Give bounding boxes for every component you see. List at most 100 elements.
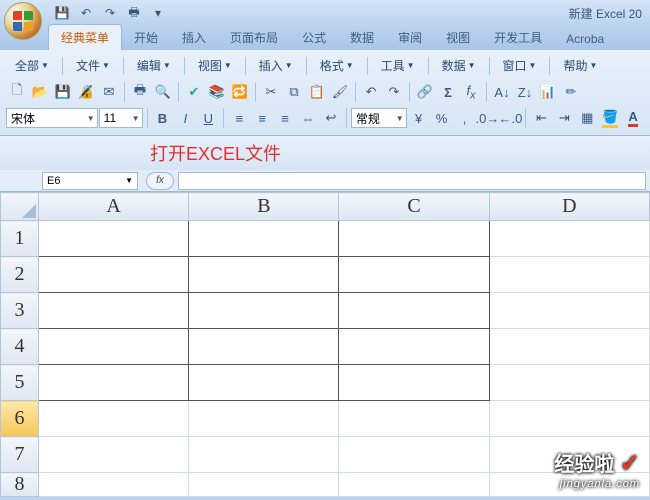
cell-B3[interactable] bbox=[189, 293, 339, 329]
cell-C8[interactable] bbox=[339, 473, 489, 497]
paste-button[interactable]: 📋 bbox=[306, 81, 328, 103]
permission-button[interactable]: 🔏 bbox=[75, 81, 97, 103]
row-header-4[interactable]: 4 bbox=[1, 329, 39, 365]
tab-page-layout[interactable]: 页面布局 bbox=[218, 25, 290, 50]
menu-format[interactable]: 格式▼ bbox=[313, 54, 361, 77]
format-painter-button[interactable]: 🖌 bbox=[329, 81, 351, 103]
mail-button[interactable]: ✉ bbox=[98, 81, 120, 103]
increase-decimal-button[interactable]: .0→ bbox=[476, 107, 498, 129]
cell-B5[interactable] bbox=[189, 365, 339, 401]
menu-tools[interactable]: 工具▼ bbox=[374, 54, 422, 77]
merge-center-button[interactable]: ⇔ bbox=[297, 107, 319, 129]
cell-C5[interactable] bbox=[339, 365, 489, 401]
save-button[interactable]: 💾 bbox=[52, 81, 74, 103]
tab-classic-menu[interactable]: 经典菜单 bbox=[48, 24, 122, 50]
cell-B8[interactable] bbox=[189, 473, 339, 497]
autosum-button[interactable]: Σ bbox=[437, 81, 459, 103]
cell-C7[interactable] bbox=[339, 437, 489, 473]
column-header-D[interactable]: D bbox=[489, 193, 649, 221]
tab-developer[interactable]: 开发工具 bbox=[482, 25, 554, 50]
menu-window[interactable]: 窗口▼ bbox=[496, 54, 544, 77]
font-size-combo[interactable]: 11▼ bbox=[99, 108, 143, 128]
font-color-button[interactable]: A bbox=[622, 107, 644, 129]
align-center-button[interactable]: ≡ bbox=[251, 107, 273, 129]
translate-button[interactable]: 🔁 bbox=[229, 81, 251, 103]
cell-A7[interactable] bbox=[39, 437, 189, 473]
cell-D6[interactable] bbox=[489, 401, 649, 437]
cell-C2[interactable] bbox=[339, 257, 489, 293]
row-header-6[interactable]: 6 bbox=[1, 401, 39, 437]
formula-bar[interactable] bbox=[178, 172, 646, 190]
row-header-3[interactable]: 3 bbox=[1, 293, 39, 329]
menu-view[interactable]: 视图▼ bbox=[191, 54, 239, 77]
cell-B2[interactable] bbox=[189, 257, 339, 293]
cell-A4[interactable] bbox=[39, 329, 189, 365]
cell-D4[interactable] bbox=[489, 329, 649, 365]
menu-data[interactable]: 数据▼ bbox=[435, 54, 483, 77]
print-button[interactable]: 🖶 bbox=[129, 81, 151, 103]
copy-button[interactable]: ⧉ bbox=[283, 81, 305, 103]
open-button[interactable]: 📂 bbox=[29, 81, 51, 103]
select-all-corner[interactable] bbox=[1, 193, 39, 221]
menu-insert[interactable]: 插入▼ bbox=[252, 54, 300, 77]
preview-button[interactable]: 🔍 bbox=[152, 81, 174, 103]
increase-indent-button[interactable]: ⇥ bbox=[553, 107, 575, 129]
cell-B4[interactable] bbox=[189, 329, 339, 365]
menu-help[interactable]: 帮助▼ bbox=[556, 54, 604, 77]
cell-B6[interactable] bbox=[189, 401, 339, 437]
cell-C4[interactable] bbox=[339, 329, 489, 365]
sort-asc-button[interactable]: A↓ bbox=[491, 81, 513, 103]
tab-insert[interactable]: 插入 bbox=[170, 25, 218, 50]
row-header-8[interactable]: 8 bbox=[1, 473, 39, 497]
sort-desc-button[interactable]: Z↓ bbox=[514, 81, 536, 103]
borders-button[interactable]: ▦ bbox=[576, 107, 598, 129]
column-header-A[interactable]: A bbox=[39, 193, 189, 221]
tab-data[interactable]: 数据 bbox=[338, 25, 386, 50]
cell-A6[interactable] bbox=[39, 401, 189, 437]
function-button[interactable]: fx bbox=[460, 81, 482, 103]
wrap-text-button[interactable]: ↩ bbox=[320, 107, 342, 129]
row-header-7[interactable]: 7 bbox=[1, 437, 39, 473]
fill-color-button[interactable]: 🪣 bbox=[599, 107, 621, 129]
chart-button[interactable]: 📊 bbox=[537, 81, 559, 103]
research-button[interactable]: 📚 bbox=[206, 81, 228, 103]
underline-button[interactable]: U bbox=[197, 107, 219, 129]
qat-save-button[interactable]: 💾 bbox=[52, 3, 72, 23]
row-header-1[interactable]: 1 bbox=[1, 221, 39, 257]
qat-customize-button[interactable]: ▾ bbox=[148, 3, 168, 23]
cell-C6[interactable] bbox=[339, 401, 489, 437]
tab-acrobat[interactable]: Acroba bbox=[554, 28, 616, 50]
cut-button[interactable]: ✂ bbox=[260, 81, 282, 103]
menu-file[interactable]: 文件▼ bbox=[69, 54, 117, 77]
cell-A2[interactable] bbox=[39, 257, 189, 293]
row-header-5[interactable]: 5 bbox=[1, 365, 39, 401]
font-name-combo[interactable]: 宋体▼ bbox=[6, 108, 98, 128]
cell-A5[interactable] bbox=[39, 365, 189, 401]
spell-button[interactable]: ✔ bbox=[183, 81, 205, 103]
cell-B1[interactable] bbox=[189, 221, 339, 257]
row-header-2[interactable]: 2 bbox=[1, 257, 39, 293]
redo-button[interactable]: ↷ bbox=[383, 81, 405, 103]
name-box[interactable]: E6▼ bbox=[42, 172, 138, 190]
insert-function-button[interactable]: fx bbox=[146, 172, 174, 190]
cell-A3[interactable] bbox=[39, 293, 189, 329]
column-header-C[interactable]: C bbox=[339, 193, 489, 221]
italic-button[interactable]: I bbox=[174, 107, 196, 129]
cell-D5[interactable] bbox=[489, 365, 649, 401]
cell-A8[interactable] bbox=[39, 473, 189, 497]
qat-redo-button[interactable]: ↷ bbox=[100, 3, 120, 23]
decrease-decimal-button[interactable]: ←.0 bbox=[499, 107, 521, 129]
qat-print-button[interactable]: 🖶 bbox=[124, 3, 144, 23]
cell-D2[interactable] bbox=[489, 257, 649, 293]
undo-button[interactable]: ↶ bbox=[360, 81, 382, 103]
new-button[interactable]: 🗋 bbox=[6, 81, 28, 103]
cell-C1[interactable] bbox=[339, 221, 489, 257]
percent-button[interactable]: % bbox=[431, 107, 453, 129]
number-format-combo[interactable]: 常规▼ bbox=[351, 108, 407, 128]
office-button[interactable] bbox=[4, 2, 42, 40]
menu-all[interactable]: 全部▼ bbox=[8, 54, 56, 77]
tab-formulas[interactable]: 公式 bbox=[290, 25, 338, 50]
cell-C3[interactable] bbox=[339, 293, 489, 329]
menu-edit[interactable]: 编辑▼ bbox=[130, 54, 178, 77]
cell-A1[interactable] bbox=[39, 221, 189, 257]
